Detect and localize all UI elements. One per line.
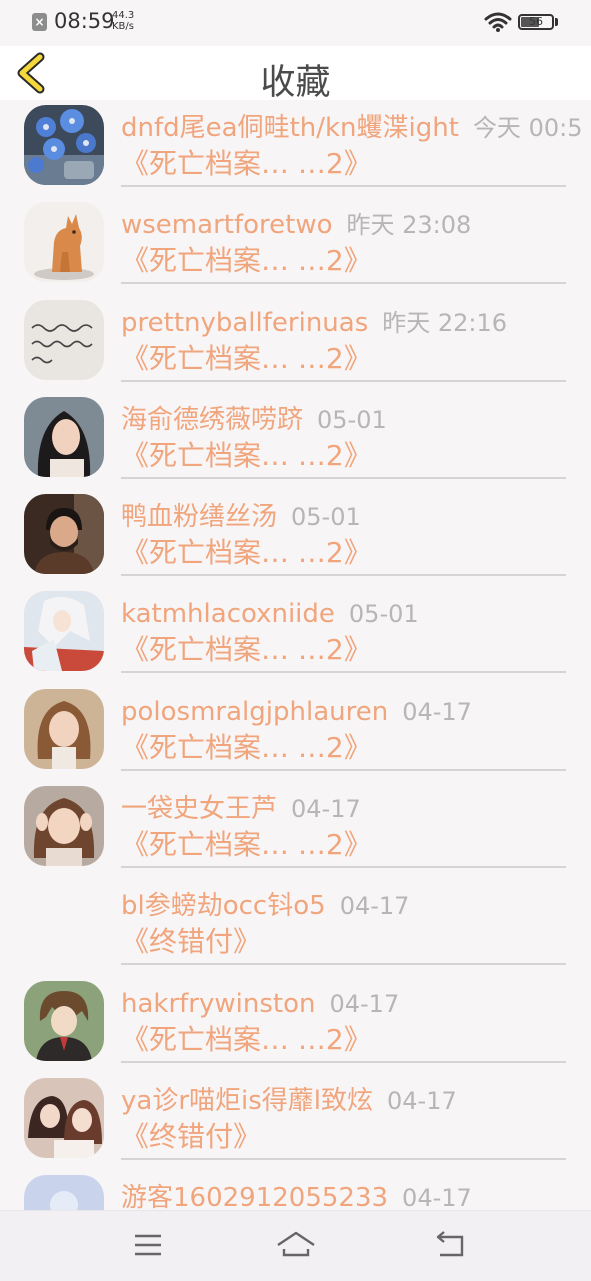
user-name: katmhlacoxniide xyxy=(121,599,335,630)
list-item[interactable]: wsemartforetwo 昨天 23:08 《死亡档案… …2》 xyxy=(0,197,591,294)
anime-girl-image xyxy=(24,591,104,672)
menu-icon[interactable] xyxy=(126,1225,170,1265)
time-stamp: 今天 00:5 xyxy=(472,114,583,142)
user-name: 海俞德绣薇唠跻 xyxy=(121,404,304,435)
system-nav-bar xyxy=(0,1210,591,1281)
notification-close-icon: × xyxy=(32,13,47,31)
book-title[interactable]: 《死亡档案… …2》 xyxy=(121,244,372,278)
time-stamp: 昨天 23:08 xyxy=(346,211,472,240)
avatar[interactable] xyxy=(24,688,104,769)
user-name: 一袋史女王芦 xyxy=(121,794,278,825)
header: 收藏 xyxy=(0,46,591,103)
page-title: 收藏 xyxy=(260,63,331,103)
child-portrait-image xyxy=(24,786,104,867)
list-item[interactable]: katmhlacoxniide 05-01 《死亡档案… …2》 xyxy=(0,586,591,683)
time-stamp: 05-01 xyxy=(317,405,387,434)
book-title[interactable]: 《死亡档案… …2》 xyxy=(121,828,372,862)
user-name: 鸭血粉缮丝汤 xyxy=(121,502,278,533)
user-name: polosmralgjphlauren xyxy=(121,696,389,727)
list-item[interactable]: bl参螃劫occ钭o5 04-17 《终错付》 xyxy=(0,878,591,975)
avatar[interactable] xyxy=(24,299,104,380)
list-item[interactable]: dnfd尾ea侗畦th/kn蠼渫ight 今天 00:5 《死亡档案… …2》 xyxy=(0,100,591,197)
list-item[interactable]: 一袋史女王芦 04-17 《死亡档案… …2》 xyxy=(0,781,591,878)
avatar[interactable] xyxy=(24,786,104,867)
book-title[interactable]: 《终错付》 xyxy=(121,925,261,959)
girl-portrait-image xyxy=(24,688,104,769)
list-item[interactable]: 游客1602912055233 04-17 xyxy=(0,1170,591,1210)
couple-photo-image xyxy=(24,1077,104,1158)
divider xyxy=(121,671,566,674)
avatar[interactable] xyxy=(24,105,104,185)
book-title[interactable]: 《死亡档案… …2》 xyxy=(121,731,372,765)
user-name: hakrfrywinston xyxy=(121,988,316,1019)
avatar[interactable] xyxy=(24,202,104,283)
book-title[interactable]: 《死亡档案… …2》 xyxy=(121,342,372,376)
divider xyxy=(121,1060,566,1063)
blue-flowers-image xyxy=(24,105,104,185)
user-name: prettnyballferinuas xyxy=(121,307,369,338)
divider xyxy=(121,476,566,479)
dog-figurine-image xyxy=(24,202,104,283)
woman-portrait-image xyxy=(24,396,104,477)
network-speed-value: 44.3 xyxy=(112,10,135,21)
user-name: ya诊r喵炬is得蘼l致炫 xyxy=(121,1085,374,1116)
time-stamp: 05-01 xyxy=(291,503,361,532)
list-item[interactable]: prettnyballferinuas 昨天 22:16 《死亡档案… …2》 xyxy=(0,295,591,392)
anime-boy-image xyxy=(24,980,104,1061)
user-name: wsemartforetwo xyxy=(121,210,333,241)
book-title[interactable]: 《死亡档案… …2》 xyxy=(121,633,372,667)
time-stamp: 04-17 xyxy=(402,1184,472,1210)
list-item[interactable]: 鸭血粉缮丝汤 05-01 《死亡档案… …2》 xyxy=(0,489,591,586)
time-stamp: 昨天 22:16 xyxy=(382,308,508,337)
book-title[interactable]: 《死亡档案… …2》 xyxy=(121,439,372,473)
divider xyxy=(121,574,566,577)
book-title[interactable]: 《死亡档案… …2》 xyxy=(121,536,372,570)
user-name: dnfd尾ea侗畦th/kn蠼渫ight xyxy=(121,113,459,143)
default-avatar-image xyxy=(24,1175,104,1210)
book-title[interactable]: 《终错付》 xyxy=(121,1120,261,1154)
network-speed-unit: KB/s xyxy=(112,21,134,32)
battery-level: 56 xyxy=(529,15,543,28)
avatar[interactable] xyxy=(24,980,104,1061)
avatar[interactable] xyxy=(24,1077,104,1158)
divider xyxy=(121,1157,566,1160)
time-stamp: 04-17 xyxy=(339,892,410,921)
battery-icon: 56 xyxy=(518,14,554,30)
list-item[interactable]: ya诊r喵炬is得蘼l致炫 04-17 《终错付》 xyxy=(0,1073,591,1170)
book-title[interactable]: 《死亡档案… …2》 xyxy=(121,1023,372,1057)
divider xyxy=(121,963,566,966)
list-item[interactable]: hakrfrywinston 04-17 《死亡档案… …2》 xyxy=(0,976,591,1073)
avatar[interactable] xyxy=(24,494,104,575)
avatar[interactable] xyxy=(24,396,104,477)
avatar[interactable] xyxy=(24,591,104,672)
list-item[interactable]: polosmralgjphlauren 04-17 《死亡档案… …2》 xyxy=(0,684,591,781)
time-stamp: 04-17 xyxy=(387,1086,457,1115)
divider xyxy=(121,185,566,187)
handwriting-note-image xyxy=(24,299,104,380)
status-time: 08:59 xyxy=(54,9,115,33)
wifi-icon xyxy=(484,12,512,32)
book-title[interactable]: 《死亡档案… …2》 xyxy=(121,147,372,181)
home-icon[interactable] xyxy=(274,1225,318,1265)
time-stamp: 04-17 xyxy=(329,989,400,1018)
time-stamp: 04-17 xyxy=(291,795,361,824)
user-name: bl参螃劫occ钭o5 xyxy=(121,891,326,922)
network-speed: 44.3 KB/s xyxy=(112,10,142,32)
time-stamp: 05-01 xyxy=(348,600,419,629)
user-name: 游客1602912055233 xyxy=(121,1183,389,1210)
status-bar: × 08:59 44.3 KB/s 56 xyxy=(0,0,591,46)
divider xyxy=(121,282,566,285)
divider xyxy=(121,379,566,382)
list-item[interactable]: 海俞德绣薇唠跻 05-01 《死亡档案… …2》 xyxy=(0,392,591,489)
divider xyxy=(121,768,566,771)
favorites-list: dnfd尾ea侗畦th/kn蠼渫ight 今天 00:5 《死亡档案… …2》 w… xyxy=(0,100,591,1210)
divider xyxy=(121,866,566,869)
back-icon[interactable] xyxy=(428,1225,472,1265)
avatar[interactable] xyxy=(24,1175,104,1210)
man-portrait-image xyxy=(24,494,104,575)
time-stamp: 04-17 xyxy=(402,697,472,726)
